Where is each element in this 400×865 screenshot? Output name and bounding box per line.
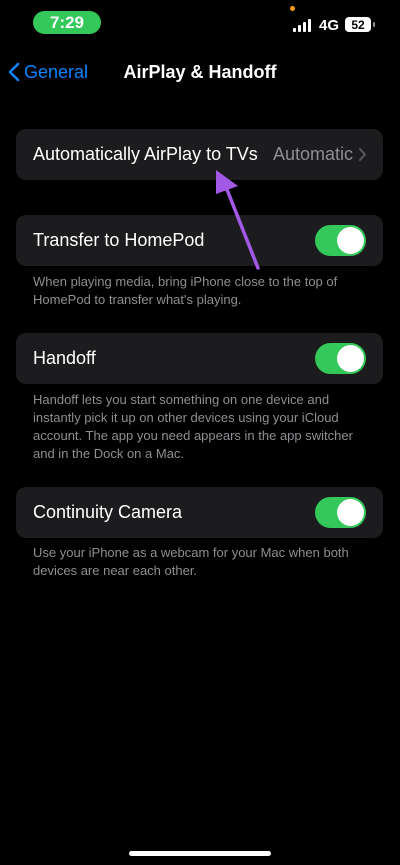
handoff-footer: Handoff lets you start something on one …	[33, 392, 353, 461]
continuity-camera-label: Continuity Camera	[33, 502, 183, 522]
continuity-camera-footer: Use your iPhone as a webcam for your Mac…	[33, 545, 349, 578]
toggle-knob	[337, 345, 364, 372]
annotation-arrow-icon	[216, 170, 260, 270]
handoff-row: Handoff	[16, 333, 383, 384]
continuity-camera-row: Continuity Camera	[16, 487, 383, 538]
toggle-knob	[337, 499, 364, 526]
handoff-label: Handoff	[33, 348, 96, 368]
home-indicator[interactable]	[129, 851, 271, 856]
handoff-toggle[interactable]	[315, 343, 366, 374]
continuity-camera-toggle[interactable]	[315, 497, 366, 528]
